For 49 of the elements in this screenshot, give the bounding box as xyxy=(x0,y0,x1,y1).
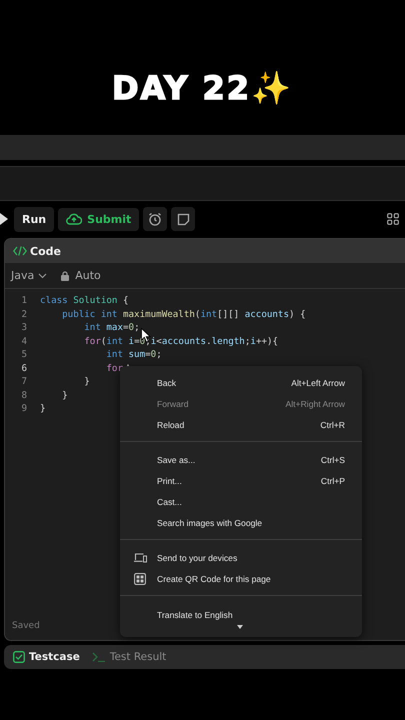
menu-item[interactable]: Search images with Google xyxy=(120,512,362,533)
note-icon[interactable] xyxy=(171,207,196,231)
language-dropdown[interactable]: Java xyxy=(11,269,48,282)
play-icon[interactable] xyxy=(0,213,8,225)
chevron-down-icon xyxy=(38,272,48,278)
code-line: } xyxy=(83,376,90,388)
cloud-upload-icon xyxy=(66,213,82,225)
menu-item[interactable]: Send to your devices xyxy=(120,547,362,568)
menu-item[interactable]: Save as... Ctrl+S xyxy=(120,449,362,470)
lock-icon xyxy=(61,270,70,280)
code-line: public int maximumWealth(int[][] accounts) { xyxy=(61,308,306,320)
line-number: 7 xyxy=(20,376,27,388)
menu-item[interactable]: Reload Ctrl+R xyxy=(120,414,362,435)
code-line: int max=0; xyxy=(83,322,140,334)
mouse-cursor-icon xyxy=(141,328,151,342)
menu-item[interactable]: Print... Ctrl+P xyxy=(120,470,362,491)
alarm-clock-icon[interactable] xyxy=(143,207,168,231)
mode-label: Auto xyxy=(75,269,101,282)
code-icon xyxy=(13,246,27,256)
checkbox-icon xyxy=(13,651,25,663)
run-button[interactable]: Run xyxy=(14,206,54,232)
line-number: 5 xyxy=(20,349,27,360)
code-line: class Solution { xyxy=(40,295,129,306)
qr-code-icon xyxy=(134,572,146,584)
menu-item[interactable]: Cast... xyxy=(120,491,362,512)
menu-item[interactable]: Create QR Code for this page xyxy=(120,568,362,589)
terminal-icon xyxy=(92,652,106,662)
line-number: 2 xyxy=(20,308,27,320)
save-status: Saved xyxy=(12,621,40,631)
submit-button[interactable]: Submit xyxy=(58,208,140,230)
code-line: } xyxy=(40,403,46,414)
code-line: } xyxy=(61,390,68,401)
code-line: for xyxy=(105,362,123,374)
code-line: int sum=0; xyxy=(105,349,162,360)
code-tab[interactable]: Code xyxy=(30,244,61,258)
line-number: 4 xyxy=(20,336,27,347)
panel-tab[interactable]: Testcase xyxy=(10,649,83,665)
menu-item[interactable]: Back Alt+Left Arrow xyxy=(120,372,362,393)
devices-icon xyxy=(134,552,147,562)
line-number: 8 xyxy=(20,390,27,401)
line-number: 9 xyxy=(20,403,27,414)
menu-item[interactable]: Translate to English xyxy=(157,610,233,620)
line-number: 3 xyxy=(20,322,27,334)
line-number: 6 xyxy=(20,362,27,374)
panel-tab[interactable]: Test Result xyxy=(88,649,170,665)
video-title: DAY 22✨ xyxy=(112,68,294,106)
scroll-down-icon[interactable] xyxy=(237,625,243,629)
layout-icon[interactable] xyxy=(387,213,399,225)
line-number: 1 xyxy=(20,295,27,306)
